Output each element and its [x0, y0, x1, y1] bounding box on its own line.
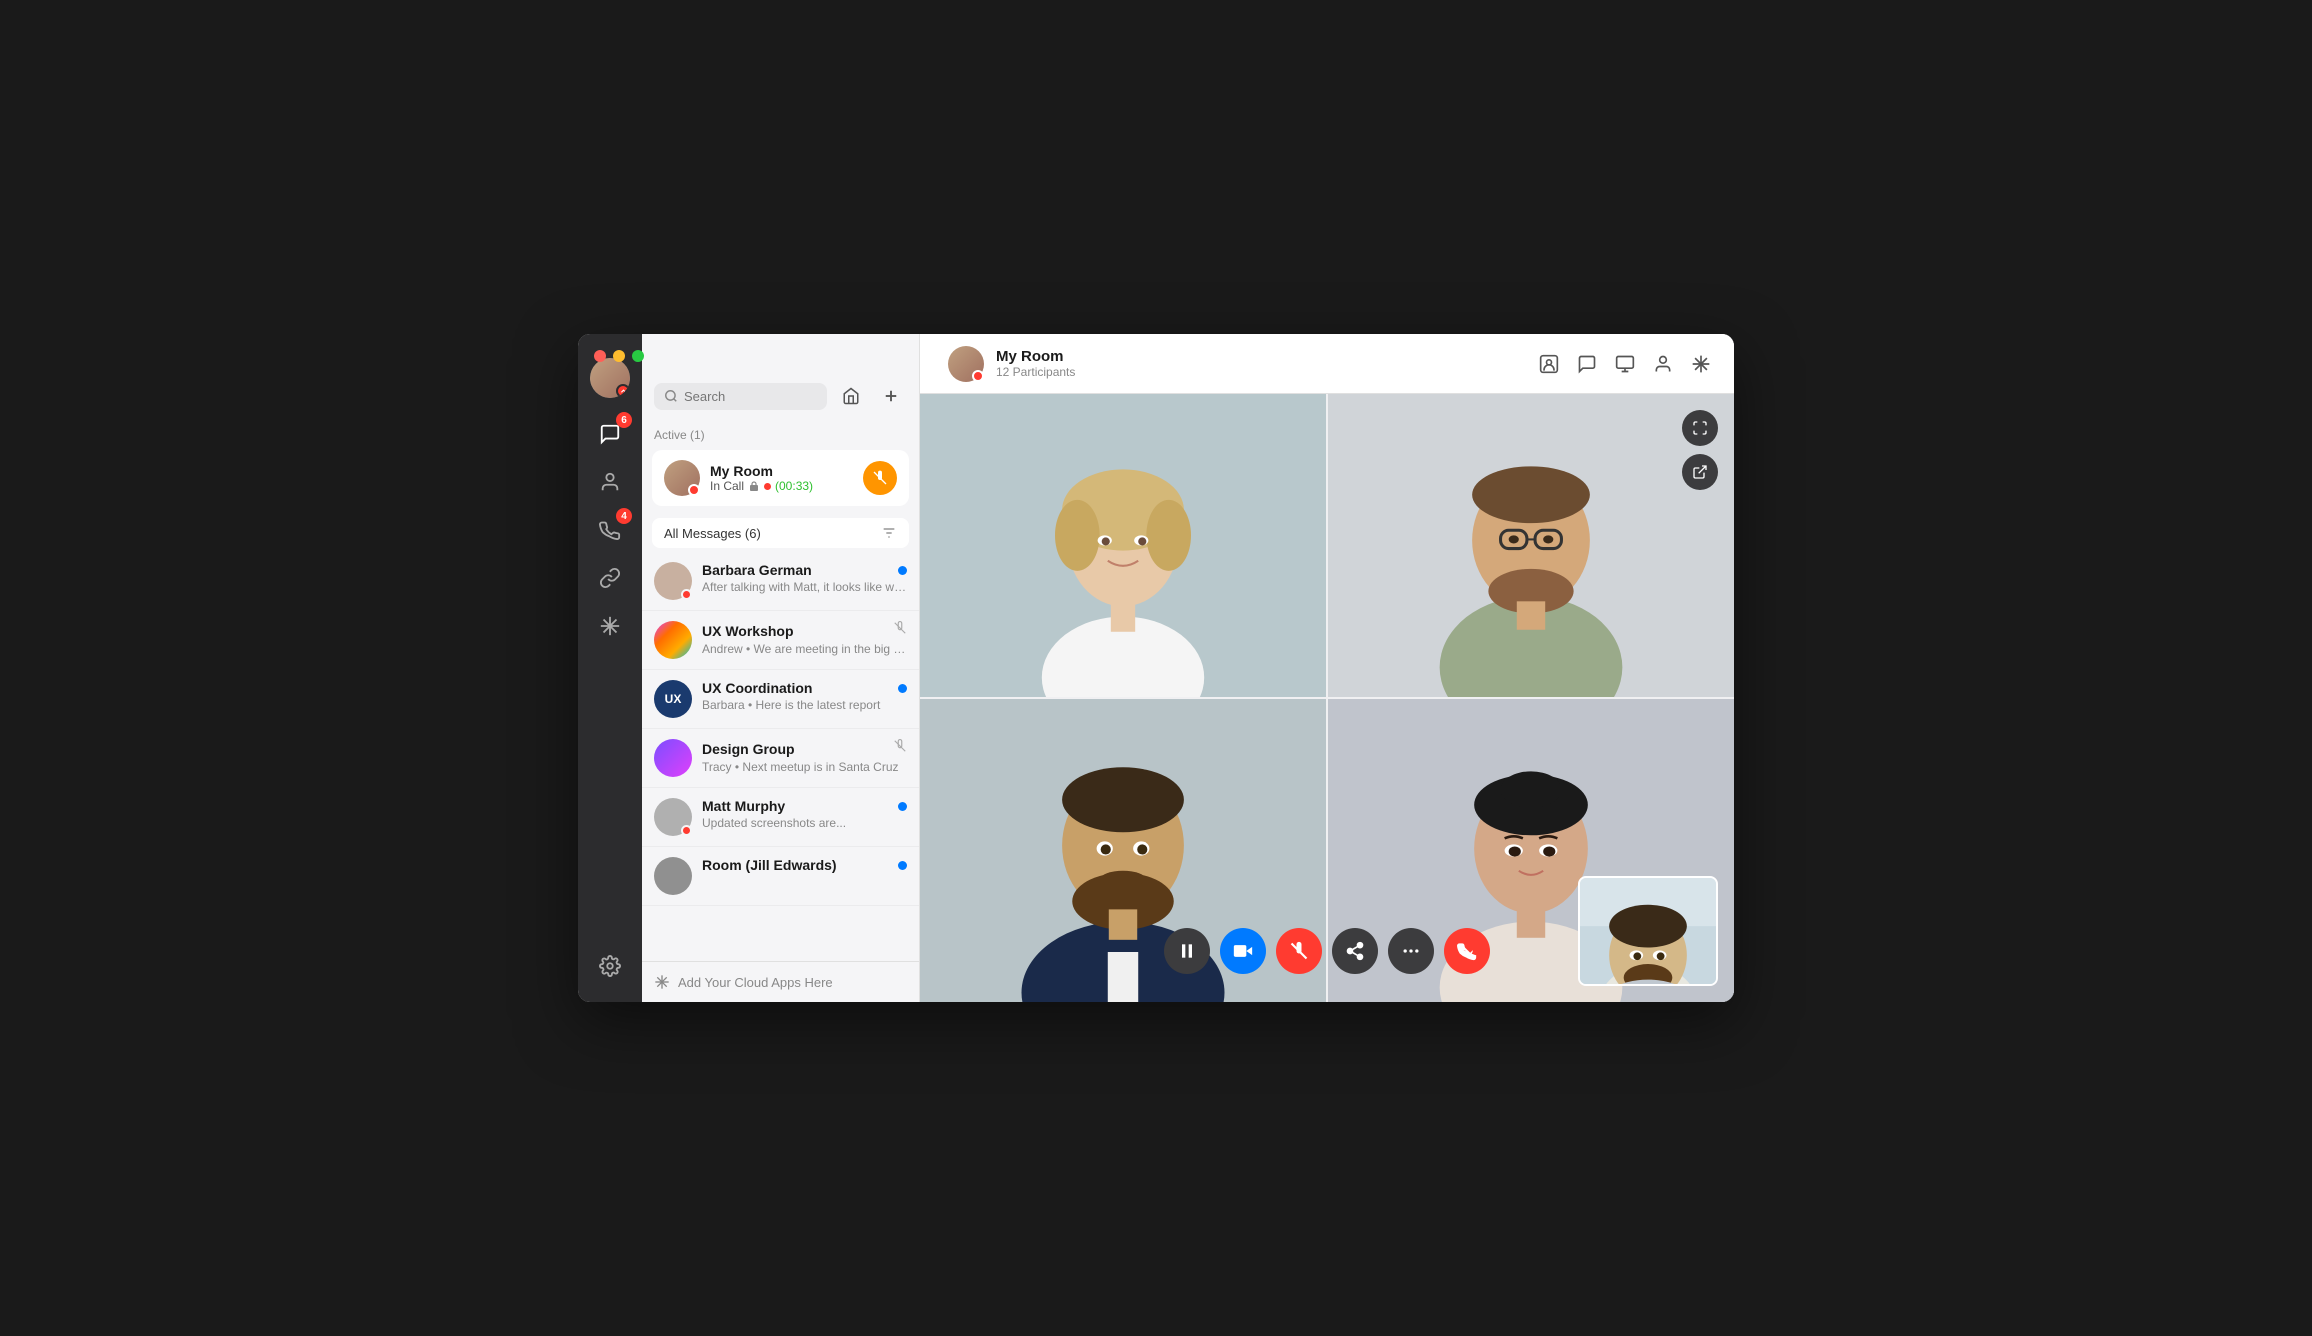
room-avatar — [948, 346, 984, 382]
sidebar: 6 4 — [578, 334, 642, 1002]
main-header: My Room 12 Participants — [920, 334, 1734, 394]
self-video — [1578, 876, 1718, 986]
fullscreen-button[interactable] — [1682, 410, 1718, 446]
sidebar-item-asterisk[interactable] — [590, 606, 630, 646]
active-room-item[interactable]: My Room In Call (00:33) — [652, 450, 909, 506]
active-room-status: In Call (00:33) — [710, 479, 853, 493]
list-item[interactable]: Room (Jill Edwards) — [642, 847, 919, 906]
share-button[interactable] — [1332, 928, 1378, 974]
header-icons — [1532, 347, 1718, 381]
panel-header — [642, 364, 919, 422]
search-bar[interactable] — [654, 383, 827, 410]
avatar — [654, 562, 692, 600]
camera-button[interactable] — [1220, 928, 1266, 974]
sidebar-item-chat[interactable]: 6 — [590, 414, 630, 454]
filter-icon — [881, 525, 897, 541]
messages-filter[interactable]: All Messages (6) — [652, 518, 909, 548]
minimize-button[interactable] — [613, 350, 625, 362]
avatar — [654, 857, 692, 895]
call-timer: (00:33) — [775, 479, 813, 493]
room-info: My Room 12 Participants — [996, 348, 1520, 379]
header-asterisk-button[interactable] — [1684, 347, 1718, 381]
share-screen-button[interactable] — [1682, 454, 1718, 490]
mute-button[interactable] — [863, 461, 897, 495]
list-item[interactable]: Design Group Tracy • Next meetup is in S… — [642, 729, 919, 788]
list-item[interactable]: UX Workshop Andrew • We are meeting in t… — [642, 611, 919, 670]
active-section-label: Active (1) — [642, 422, 919, 446]
end-call-button[interactable] — [1444, 928, 1490, 974]
sidebar-item-phone[interactable]: 4 — [590, 510, 630, 550]
asterisk-icon — [654, 974, 670, 990]
active-room-name: My Room — [710, 463, 853, 479]
add-button[interactable] — [875, 380, 907, 412]
search-icon — [664, 389, 678, 403]
participant-count: 12 Participants — [996, 365, 1520, 379]
conv-body: Matt Murphy Updated screenshots are... — [702, 798, 907, 830]
conversations-panel: Active (1) My Room In Call (00:33) — [642, 334, 920, 1002]
search-input[interactable] — [684, 389, 817, 404]
header-search-button[interactable] — [1532, 347, 1566, 381]
unread-indicator — [898, 802, 907, 811]
list-item[interactable]: Matt Murphy Updated screenshots are... — [642, 788, 919, 847]
unread-indicator — [898, 684, 907, 693]
video-cell-1 — [920, 394, 1326, 697]
conv-body: UX Coordination Barbara • Here is the la… — [702, 680, 907, 712]
header-person-button[interactable] — [1646, 347, 1680, 381]
expand-buttons — [1682, 410, 1718, 490]
lock-icon — [748, 480, 760, 492]
maximize-button[interactable] — [632, 350, 644, 362]
unread-indicator — [898, 566, 907, 575]
list-item[interactable]: UX UX Coordination Barbara • Here is the… — [642, 670, 919, 729]
video-grid — [920, 394, 1734, 1002]
list-item[interactable]: Barbara German After talking with Matt, … — [642, 552, 919, 611]
mute-icon — [893, 621, 907, 640]
conversation-list: Barbara German After talking with Matt, … — [642, 552, 919, 961]
sidebar-item-settings[interactable] — [590, 946, 630, 986]
conv-body: Design Group Tracy • Next meetup is in S… — [702, 739, 907, 774]
header-screen-button[interactable] — [1608, 347, 1642, 381]
room-name: My Room — [996, 348, 1520, 365]
video-cell-2 — [1328, 394, 1734, 697]
add-cloud-apps[interactable]: Add Your Cloud Apps Here — [642, 961, 919, 1002]
conv-body: Barbara German After talking with Matt, … — [702, 562, 907, 594]
user-avatar[interactable] — [590, 358, 630, 398]
active-room-avatar — [664, 460, 700, 496]
sidebar-item-link[interactable] — [590, 558, 630, 598]
home-button[interactable] — [835, 380, 867, 412]
active-room-info: My Room In Call (00:33) — [710, 463, 853, 493]
avatar — [654, 798, 692, 836]
avatar — [654, 739, 692, 777]
video-controls — [1164, 928, 1490, 974]
close-button[interactable] — [594, 350, 606, 362]
pause-button[interactable] — [1164, 928, 1210, 974]
main-content: My Room 12 Participants — [920, 334, 1734, 1002]
unread-indicator — [898, 861, 907, 870]
sidebar-item-contacts[interactable] — [590, 462, 630, 502]
avatar: UX — [654, 680, 692, 718]
header-chat-button[interactable] — [1570, 347, 1604, 381]
chat-badge: 6 — [616, 412, 632, 428]
conv-body: UX Workshop Andrew • We are meeting in t… — [702, 621, 907, 656]
avatar — [654, 621, 692, 659]
mute-icon — [893, 739, 907, 758]
more-options-button[interactable] — [1388, 928, 1434, 974]
mic-button[interactable] — [1276, 928, 1322, 974]
phone-badge: 4 — [616, 508, 632, 524]
conv-body: Room (Jill Edwards) — [702, 857, 907, 875]
